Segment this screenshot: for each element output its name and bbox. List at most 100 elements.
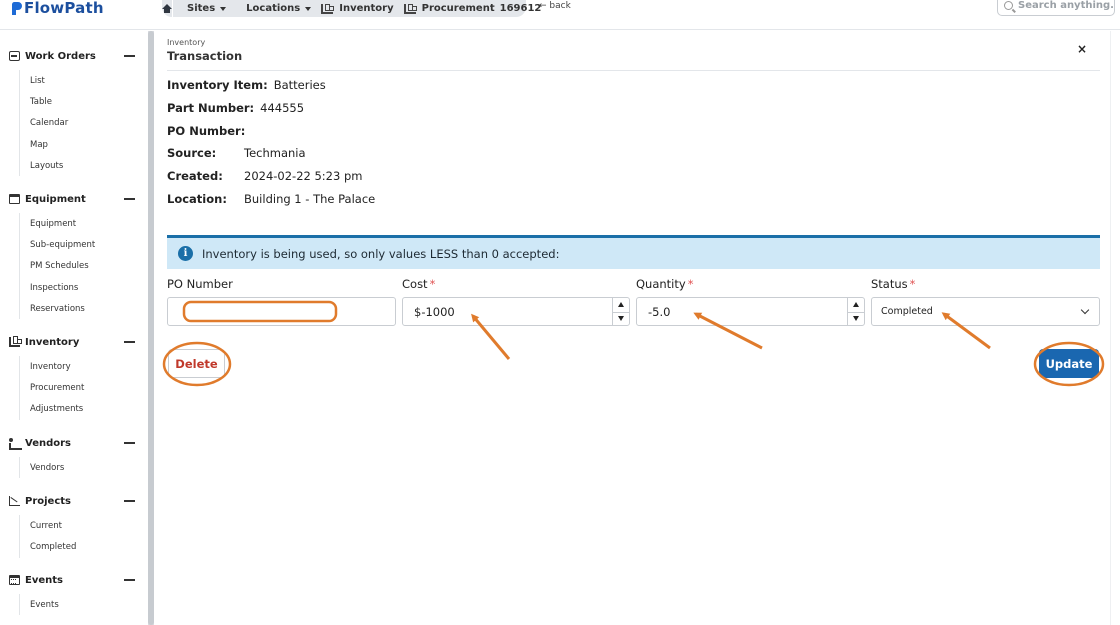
sidebar-item-sub-equipment[interactable]: Sub-equipment	[20, 234, 147, 255]
sidebar-item-events[interactable]: Events	[20, 594, 147, 615]
detail-source: Source: Techmania	[167, 145, 306, 161]
sidebar-sublist: Inventory Procurement Adjustments	[19, 356, 147, 420]
sidebar-scrollbar[interactable]	[148, 31, 154, 625]
cost-label: Cost *	[402, 277, 435, 291]
status-label-text: Status	[871, 277, 908, 291]
quantity-stepper	[847, 298, 864, 325]
arrow-up-icon	[618, 302, 624, 308]
delete-button[interactable]: Delete	[168, 349, 225, 378]
sidebar-item-inspections[interactable]: Inspections	[20, 277, 147, 298]
sidebar-item-reservations[interactable]: Reservations	[20, 298, 147, 319]
sidebar-section-title: Inventory	[25, 336, 80, 348]
collapse-icon[interactable]	[124, 341, 135, 343]
vendors-icon	[9, 438, 22, 450]
sidebar-item-map[interactable]: Map	[20, 134, 147, 155]
inventory-icon	[9, 336, 22, 347]
cost-label-text: Cost	[402, 277, 428, 291]
sidebar-section-vendors: Vendors Vendors	[0, 435, 147, 479]
breadcrumb-sites-label: Sites	[187, 3, 216, 14]
sidebar-sublist: Equipment Sub-equipment PM Schedules Ins…	[19, 213, 147, 320]
chevron-down-icon	[1080, 305, 1090, 315]
sidebar-header-vendors[interactable]: Vendors	[0, 435, 147, 451]
sidebar-item-list[interactable]: List	[20, 70, 147, 91]
scrollbar-thumb[interactable]	[148, 31, 154, 625]
sidebar-item-calendar[interactable]: Calendar	[20, 113, 147, 134]
sidebar-item-completed[interactable]: Completed	[20, 536, 147, 557]
search-icon	[1004, 0, 1013, 10]
po-number-label: PO Number	[167, 277, 233, 291]
collapse-icon[interactable]	[124, 442, 135, 444]
breadcrumb: Sites Locations Inventory Procurement 16…	[162, 0, 541, 17]
detail-label: Part Number:	[167, 101, 255, 115]
detail-label: Created:	[167, 169, 223, 183]
events-icon	[9, 575, 20, 585]
back-link[interactable]: ← back	[539, 0, 571, 12]
sidebar-section-title: Projects	[25, 495, 72, 507]
po-number-field	[167, 297, 396, 326]
arrow-down-icon	[618, 316, 624, 322]
collapse-icon[interactable]	[124, 500, 135, 502]
collapse-icon[interactable]	[124, 579, 135, 581]
logo[interactable]: FlowPath	[12, 0, 104, 17]
search-box	[997, 0, 1115, 16]
breadcrumb-procurement[interactable]: Procurement 169612	[400, 0, 548, 17]
sidebar-header-events[interactable]: Events	[0, 572, 147, 588]
sidebar-item-vendors[interactable]: Vendors	[20, 457, 147, 478]
search-input[interactable]	[1018, 0, 1113, 11]
sidebar-item-procurement[interactable]: Procurement	[20, 377, 147, 398]
sidebar-header-inventory[interactable]: Inventory	[0, 334, 147, 350]
update-button[interactable]: Update	[1039, 349, 1099, 378]
detail-created: Created: 2024-02-22 5:23 pm	[167, 168, 362, 184]
sidebar-item-inventory[interactable]: Inventory	[20, 356, 147, 377]
sidebar-item-current[interactable]: Current	[20, 515, 147, 536]
collapse-icon[interactable]	[124, 55, 135, 57]
home-button[interactable]	[162, 0, 173, 17]
increment-button[interactable]	[613, 298, 629, 312]
sidebar-sublist: Vendors	[19, 457, 147, 479]
status-label: Status *	[871, 277, 915, 291]
breadcrumb-sites[interactable]: Sites	[173, 0, 232, 17]
panel-edge	[1110, 31, 1120, 625]
close-button[interactable]: ×	[1076, 43, 1088, 55]
sidebar-section-events: Events Events	[0, 572, 147, 616]
quantity-label: Quantity *	[636, 277, 693, 291]
breadcrumb-inventory-label: Inventory	[339, 3, 394, 14]
status-select[interactable]: Completed	[871, 297, 1100, 326]
sidebar-section-title: Events	[25, 574, 63, 586]
transaction-panel	[156, 31, 1112, 625]
detail-part-number: Part Number: 444555	[167, 100, 304, 116]
cost-input[interactable]	[403, 298, 629, 325]
brand-name: FlowPath	[24, 0, 104, 17]
detail-value: 2024-02-22 5:23 pm	[244, 169, 363, 183]
collapse-icon[interactable]	[124, 198, 135, 200]
decrement-button[interactable]	[613, 311, 629, 326]
breadcrumb-locations[interactable]: Locations	[232, 0, 317, 17]
sidebar-header-equipment[interactable]: Equipment	[0, 191, 147, 207]
flowpath-logo-icon	[12, 1, 22, 15]
sidebar-item-pm-schedules[interactable]: PM Schedules	[20, 256, 147, 277]
sidebar-header-projects[interactable]: Projects	[0, 493, 147, 509]
sidebar-item-equipment[interactable]: Equipment	[20, 213, 147, 234]
sidebar-section-work-orders: Work Orders List Table Calendar Map Layo…	[0, 48, 147, 177]
detail-label: PO Number:	[167, 124, 246, 138]
sidebar-header-work-orders[interactable]: Work Orders	[0, 48, 147, 64]
sidebar-sublist: Events	[19, 594, 147, 616]
equipment-icon	[9, 194, 20, 204]
caret-down-icon	[305, 6, 312, 11]
increment-button[interactable]	[848, 298, 864, 312]
sidebar-item-table[interactable]: Table	[20, 91, 147, 112]
sidebar-item-adjustments[interactable]: Adjustments	[20, 399, 147, 420]
sidebar-item-layouts[interactable]: Layouts	[20, 155, 147, 176]
breadcrumb-inventory[interactable]: Inventory	[317, 0, 399, 17]
po-number-input[interactable]	[168, 298, 395, 325]
sidebar-section-projects: Projects Current Completed	[0, 493, 147, 558]
detail-label: Source:	[167, 146, 217, 160]
detail-label: Inventory Item:	[167, 78, 268, 92]
info-alert: i Inventory is being used, so only value…	[167, 235, 1100, 269]
decrement-button[interactable]	[848, 311, 864, 326]
inventory-icon	[321, 3, 335, 14]
breadcrumb-procurement-label: Procurement	[421, 3, 495, 14]
info-icon: i	[178, 246, 193, 261]
procurement-icon	[403, 3, 417, 14]
quantity-input[interactable]	[637, 298, 864, 325]
